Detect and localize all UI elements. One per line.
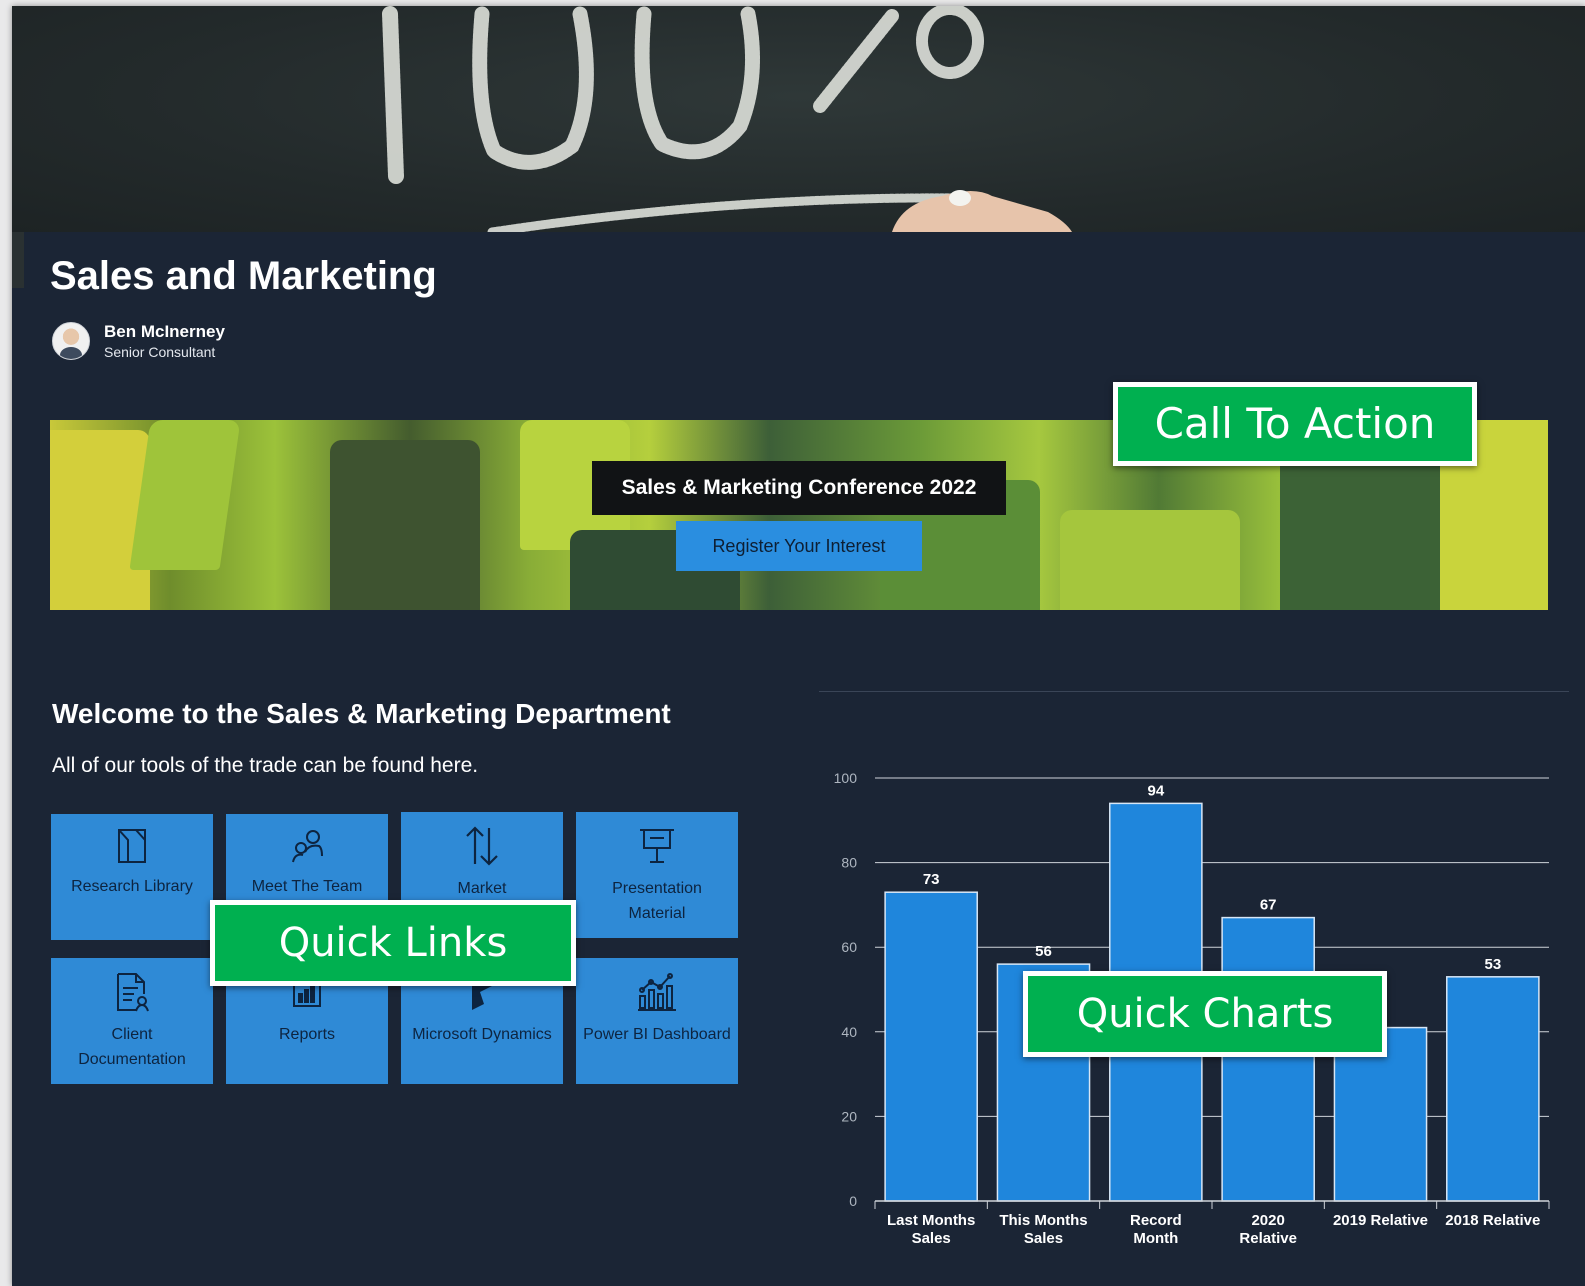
quick-link-client-documentation[interactable]: Client Documentation: [51, 958, 213, 1084]
welcome-title: Welcome to the Sales & Marketing Departm…: [52, 698, 671, 729]
tile-label: Client Documentation: [78, 1026, 186, 1068]
x-category-label: 2019 Relative: [1333, 1212, 1428, 1229]
library-icon: [118, 829, 146, 863]
quick-link-presentation-material[interactable]: Presentation Material: [576, 812, 738, 938]
x-category-label: This Months: [999, 1212, 1087, 1229]
chair-shape: [1280, 450, 1450, 610]
bar: [1221, 916, 1315, 1202]
x-category-label: Relative: [1239, 1230, 1297, 1247]
analytics-chart-icon: [638, 973, 676, 1011]
author-role: Senior Consultant: [104, 344, 216, 360]
register-interest-button[interactable]: Register Your Interest: [676, 521, 922, 571]
hero-edge: [12, 232, 24, 288]
y-tick-label: 60: [841, 939, 857, 955]
quick-charts-callout: Quick Charts: [1023, 971, 1387, 1057]
bar: [884, 891, 978, 1202]
y-tick-label: 20: [841, 1108, 857, 1124]
presentation-board-icon: [640, 829, 674, 863]
y-tick-label: 80: [841, 855, 857, 871]
section-divider: [819, 691, 1569, 692]
tile-label: Microsoft Dynamics: [412, 1026, 552, 1043]
x-category-label: Month: [1133, 1230, 1178, 1247]
document-person-icon: [117, 973, 149, 1012]
x-category-label: Sales: [1024, 1230, 1063, 1247]
welcome-subtitle: All of our tools of the trade can be fou…: [52, 754, 479, 777]
data-label: 53: [1484, 956, 1501, 973]
call-to-action-callout: Call To Action: [1113, 382, 1477, 466]
site-title: Sales and Marketing: [50, 254, 437, 298]
author-name[interactable]: Ben McInerney: [104, 322, 225, 342]
people-icon: [292, 830, 323, 863]
quick-link-power-bi-dashboard[interactable]: Power BI Dashboard: [576, 958, 738, 1084]
tile-label: Presentation Material: [612, 880, 702, 922]
bar: [1446, 976, 1540, 1202]
banner-title: Sales & Marketing Conference 2022: [592, 461, 1006, 515]
tile-label: Power BI Dashboard: [583, 1026, 731, 1043]
y-tick-label: 40: [841, 1024, 857, 1040]
data-label: 56: [1035, 943, 1052, 960]
x-category-label: Record: [1130, 1212, 1182, 1229]
y-tick-label: 0: [849, 1193, 857, 1209]
x-category-label: 2020: [1251, 1212, 1284, 1229]
data-label: 67: [1260, 897, 1277, 914]
author-card[interactable]: Ben McInerney Senior Consultant: [52, 322, 225, 360]
chair-shape: [1060, 510, 1240, 610]
data-label: 73: [923, 871, 940, 888]
quick-links-callout: Quick Links: [210, 900, 576, 986]
chalk-100-percent-image: [382, 6, 1072, 232]
x-category-label: Last Months: [887, 1212, 975, 1229]
x-category-label: Sales: [912, 1230, 951, 1247]
hero-image: [12, 6, 1585, 232]
author-details: Ben McInerney Senior Consultant: [104, 322, 225, 360]
up-down-arrows-icon: [466, 826, 498, 866]
tile-label: Research Library: [71, 878, 193, 895]
y-tick-label: 100: [834, 770, 858, 786]
quick-link-research-library[interactable]: Research Library: [51, 814, 213, 940]
avatar[interactable]: [52, 322, 90, 360]
page: Sales and Marketing Ben McInerney Senior…: [12, 6, 1585, 1286]
data-label: 94: [1147, 782, 1164, 799]
tile-label: Reports: [278, 1026, 336, 1043]
chair-shape: [50, 430, 150, 610]
chair-shape: [330, 440, 480, 610]
x-category-label: 2018 Relative: [1445, 1212, 1540, 1229]
tile-label: Meet The Team: [251, 878, 363, 895]
tile-label: Market: [457, 880, 507, 897]
